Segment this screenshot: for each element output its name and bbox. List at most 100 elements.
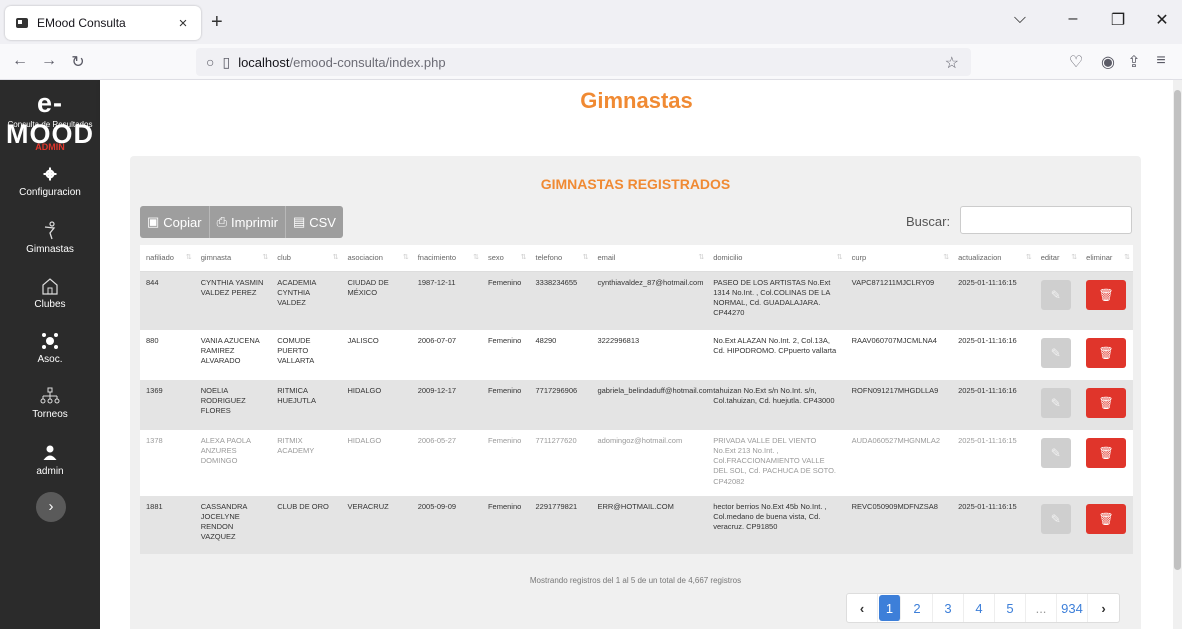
cell-gimnasta: NOELIA RODRIGUEZ FLORES: [194, 380, 272, 430]
delete-button[interactable]: 🗑: [1086, 338, 1127, 368]
user-icon: [0, 442, 100, 464]
table-row: 844 CYNTHIA YASMIN VALDEZ PEREZ ACADEMIA…: [140, 271, 1133, 330]
menu-icon[interactable]: ≡: [1151, 52, 1171, 70]
edit-button[interactable]: ✎: [1040, 388, 1071, 418]
tab-close-icon[interactable]: ×: [175, 15, 191, 32]
back-icon[interactable]: ←: [10, 52, 30, 70]
delete-button[interactable]: 🗑: [1086, 504, 1127, 534]
account-icon[interactable]: ◉: [1098, 52, 1118, 72]
next-page-chevron-icon[interactable]: ›: [1088, 594, 1119, 622]
window-close-icon[interactable]: ✕: [1152, 10, 1172, 30]
print-button[interactable]: ⎙ Imprimir: [209, 206, 286, 238]
sidebar-item-clubes[interactable]: Clubes: [0, 275, 100, 310]
tab-list-chevron-icon[interactable]: ⌵: [1010, 10, 1030, 28]
browser-navbar: ← → ↻ ○ ▯ localhost/emood-consulta/index…: [0, 44, 1182, 80]
cell-gimnasta: CYNTHIA YASMIN VALDEZ PEREZ: [194, 271, 272, 330]
cell-fnacimiento: 2006-07-07: [411, 330, 482, 380]
column-header[interactable]: curp: [845, 245, 953, 272]
cell-curp: REVC050909MDFNZSA8: [845, 496, 953, 554]
delete-button[interactable]: 🗑: [1086, 279, 1127, 310]
cell-curp: ROFN091217MHGDLLA9: [845, 380, 953, 430]
cell-asociacion: VERACRUZ: [341, 496, 412, 554]
column-header[interactable]: editar: [1034, 245, 1081, 272]
page-title: Gimnastas: [580, 88, 693, 113]
cell-domicilio: PASEO DE LOS ARTISTAS No.Ext 1314 No.Int…: [707, 271, 846, 330]
cell-actualizacion: 2025-01-11:16:16: [952, 380, 1035, 430]
sidebar-item-configuracion[interactable]: Configuracion: [0, 163, 100, 198]
sitemap-icon: [0, 385, 100, 407]
gymnast-icon: [0, 220, 100, 242]
column-header[interactable]: actualizacion: [952, 245, 1035, 272]
cell-actualizacion: 2025-01-11:16:15: [952, 496, 1035, 554]
page-button-3[interactable]: 3: [933, 594, 964, 622]
page-scrollbar[interactable]: [1173, 80, 1182, 629]
favicon-icon: [15, 16, 29, 30]
edit-button[interactable]: ✎: [1040, 338, 1071, 368]
sidebar-item-admin[interactable]: admin: [0, 442, 100, 477]
column-header[interactable]: eliminar: [1080, 245, 1133, 272]
extensions-icon[interactable]: ⇪: [1124, 52, 1144, 72]
edit-button[interactable]: ✎: [1040, 438, 1071, 468]
sidebar-item-gimnastas[interactable]: Gimnastas: [0, 220, 100, 255]
url-text: localhost/emood-consulta/index.php: [238, 54, 446, 70]
page-button-1[interactable]: 1: [879, 595, 901, 621]
column-header[interactable]: fnacimiento: [411, 245, 482, 272]
page-button-5[interactable]: 5: [995, 594, 1026, 622]
new-tab-icon[interactable]: +: [211, 12, 223, 32]
column-header[interactable]: email: [591, 245, 708, 272]
column-header[interactable]: domicilio: [707, 245, 846, 272]
column-header[interactable]: sexo: [481, 245, 530, 272]
column-header[interactable]: gimnasta: [194, 245, 272, 272]
prev-page-chevron-icon[interactable]: ‹: [847, 594, 878, 622]
cell-telefono: 7711277620: [529, 430, 592, 496]
cell-fnacimiento: 2005-09-09: [411, 496, 482, 554]
card-title: GIMNASTAS REGISTRADOS: [540, 176, 731, 192]
search-label: Buscar:: [906, 214, 951, 229]
column-header[interactable]: telefono: [529, 245, 592, 272]
copy-button[interactable]: ▣ Copiar: [140, 206, 210, 238]
scrollbar-thumb[interactable]: [1174, 90, 1181, 570]
sidebar-item-torneos[interactable]: Torneos: [0, 385, 100, 420]
print-icon: ⎙: [216, 214, 227, 229]
shield-icon: ○: [206, 54, 215, 70]
export-buttons: ▣ Copiar ⎙ Imprimir ▤ CSV: [140, 206, 343, 238]
page-button-4[interactable]: 4: [964, 594, 995, 622]
cell-actualizacion: 2025-01-11:16:16: [952, 330, 1035, 380]
cell-sexo: Femenino: [481, 430, 530, 496]
url-bar[interactable]: ○ ▯ localhost/emood-consulta/index.php ☆: [196, 48, 971, 76]
cell-telefono: 7717296906: [529, 380, 592, 430]
column-header[interactable]: asociacion: [341, 245, 412, 272]
restore-icon[interactable]: ❐: [1108, 10, 1128, 30]
forward-icon[interactable]: →: [39, 52, 59, 70]
minimize-icon[interactable]: –: [1063, 10, 1083, 28]
pocket-icon[interactable]: ♡: [1066, 52, 1086, 72]
delete-button[interactable]: 🗑: [1086, 438, 1127, 468]
bookmark-star-icon[interactable]: ☆: [945, 53, 959, 73]
tab-title: EMood Consulta: [37, 16, 126, 30]
copy-icon: ▣: [147, 214, 160, 229]
table-info: Mostrando registros del 1 al 5 de un tot…: [529, 576, 742, 585]
delete-button[interactable]: 🗑: [1086, 388, 1127, 418]
search-input[interactable]: [960, 206, 1132, 234]
edit-button[interactable]: ✎: [1040, 504, 1071, 534]
edit-button[interactable]: ✎: [1040, 279, 1071, 310]
browser-tab[interactable]: EMood Consulta ×: [5, 6, 201, 40]
column-header[interactable]: club: [271, 245, 342, 272]
building-icon: [0, 275, 100, 297]
page-button-last[interactable]: 934: [1057, 594, 1088, 622]
cell-actualizacion: 2025-01-11:16:15: [952, 271, 1035, 330]
cell-email: ERR@HOTMAIL.COM: [591, 496, 708, 554]
network-icon: [0, 330, 100, 352]
column-header[interactable]: nafiliado: [140, 245, 195, 272]
cell-fnacimiento: 1987-12-11: [411, 271, 482, 330]
sidebar: e-MOOD Consulta de Resultados ADMIN Conf…: [0, 80, 100, 629]
reload-icon[interactable]: ↻: [68, 52, 88, 72]
sidebar-item-asoc[interactable]: Asoc.: [0, 330, 100, 365]
page-button-2[interactable]: 2: [902, 594, 933, 622]
sidebar-toggle-chevron-icon[interactable]: ›: [36, 492, 66, 522]
cell-domicilio: PRIVADA VALLE DEL VIENTO No.Ext 213 No.I…: [707, 430, 846, 496]
table-row: 1378 ALEXA PAOLA ANZURES DOMINGO RITMIX …: [140, 430, 1133, 496]
csv-button[interactable]: ▤ CSV: [285, 206, 343, 238]
table-row: 880 VANIA AZUCENA RAMIREZ ALVARADO COMUD…: [140, 330, 1133, 380]
page-header: Gimnastas: [100, 80, 1173, 122]
